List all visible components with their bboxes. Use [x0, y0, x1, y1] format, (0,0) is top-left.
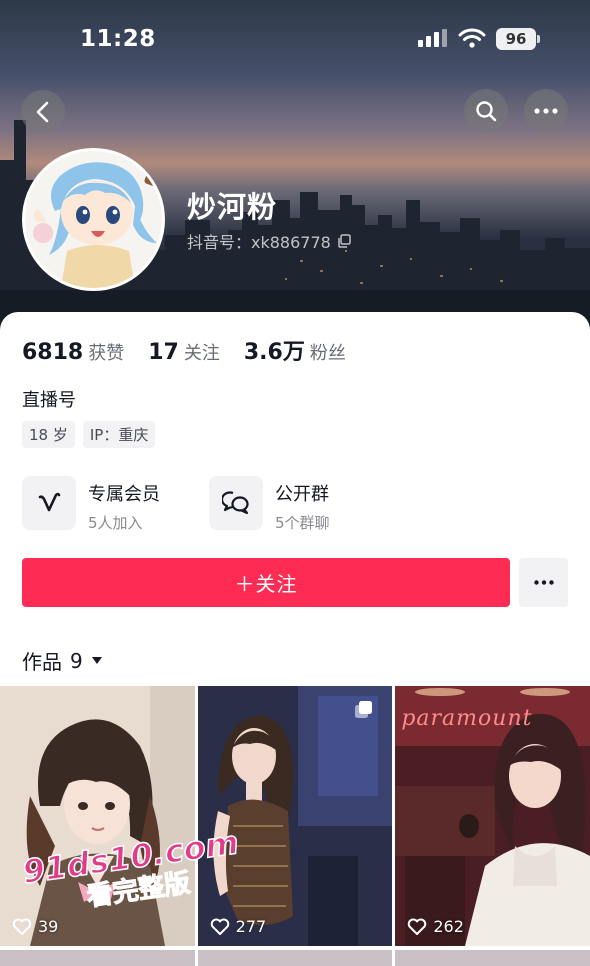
- like-count-text: 277: [235, 917, 267, 936]
- status-time: 11:28: [80, 26, 156, 52]
- stat-followers-value: 3.6万: [243, 340, 305, 365]
- back-button[interactable]: [21, 90, 65, 134]
- stat-likes-value: 6818: [22, 340, 84, 365]
- stat-followers[interactable]: 3.6万 粉丝: [244, 334, 346, 366]
- stat-followers-label: 粉丝: [309, 343, 346, 364]
- cellular-signal-icon: [418, 29, 447, 47]
- works-tab-label: 作品: [22, 650, 62, 674]
- profile-stats: 6818 获赞 17 关注 3.6万 粉丝: [22, 334, 346, 366]
- anime-girl-avatar-image: [25, 151, 162, 288]
- heart-icon: [408, 918, 427, 935]
- group-entry-title: 公开群: [275, 484, 329, 505]
- battery-indicator: 96: [496, 28, 540, 50]
- more-dots-icon: [533, 580, 554, 585]
- chat-bubbles-icon: [222, 491, 249, 515]
- works-count: 9: [70, 648, 83, 673]
- search-button[interactable]: [464, 89, 508, 133]
- heart-icon: [210, 918, 229, 935]
- profile-tags: 18 岁 IP：重庆: [22, 421, 156, 448]
- member-entry-subtitle: 5人加入: [88, 514, 143, 532]
- status-bar: 11:28 96: [0, 0, 590, 80]
- like-count: 262: [407, 917, 464, 936]
- stat-likes[interactable]: 6818 获赞: [22, 339, 124, 365]
- search-icon: [476, 101, 497, 122]
- profile-banner: 11:28 96 炒河粉 抖音号：xk886778: [0, 0, 590, 340]
- age-tag: 18 岁: [22, 421, 75, 448]
- like-count-text: 262: [433, 917, 464, 936]
- next-row-thumbnails: [0, 950, 590, 966]
- paramount-neon-sign: paramount: [401, 706, 533, 731]
- video-thumbnail-partial[interactable]: [395, 950, 590, 966]
- multi-image-icon: [355, 701, 373, 718]
- like-count: 277: [210, 917, 267, 936]
- douyin-id[interactable]: 抖音号：xk886778: [187, 229, 351, 253]
- tab-works[interactable]: 作品 9: [22, 646, 103, 675]
- wifi-icon: [458, 28, 486, 48]
- membership-icon-box: [22, 476, 76, 530]
- more-dots-icon: [534, 108, 558, 114]
- ip-location-tag: IP：重庆: [82, 421, 156, 448]
- stat-following-value: 17: [148, 340, 179, 365]
- membership-v-icon: [38, 492, 61, 512]
- video-thumbnail-partial[interactable]: [197, 950, 393, 966]
- stat-following[interactable]: 17 关注: [148, 339, 220, 365]
- avatar[interactable]: [22, 148, 165, 291]
- follow-button[interactable]: ＋关注: [22, 558, 510, 607]
- stat-likes-label: 获赞: [88, 343, 125, 364]
- public-group-entry[interactable]: 公开群 5个群聊: [209, 476, 330, 533]
- copy-icon[interactable]: [337, 234, 351, 248]
- video-cover-image: [197, 686, 393, 946]
- caret-down-icon: [91, 657, 102, 664]
- member-entry-title: 专属会员: [88, 484, 160, 505]
- group-icon-box: [209, 476, 263, 530]
- exclusive-member-entry[interactable]: 专属会员 5人加入: [22, 476, 160, 533]
- chevron-left-icon: [36, 101, 49, 123]
- more-options-button[interactable]: [524, 89, 568, 133]
- stat-following-label: 关注: [183, 343, 220, 364]
- group-entry-subtitle: 5个群聊: [275, 514, 330, 532]
- video-thumbnail[interactable]: 277: [197, 686, 393, 946]
- video-thumbnail[interactable]: paramount 262: [395, 686, 590, 946]
- follow-more-button[interactable]: [519, 558, 568, 607]
- profile-nickname: 炒河粉: [187, 190, 278, 224]
- douyin-id-text: 抖音号：xk886778: [187, 233, 331, 252]
- bio-text: 直播号: [22, 390, 76, 411]
- video-thumbnail-partial[interactable]: [0, 950, 195, 966]
